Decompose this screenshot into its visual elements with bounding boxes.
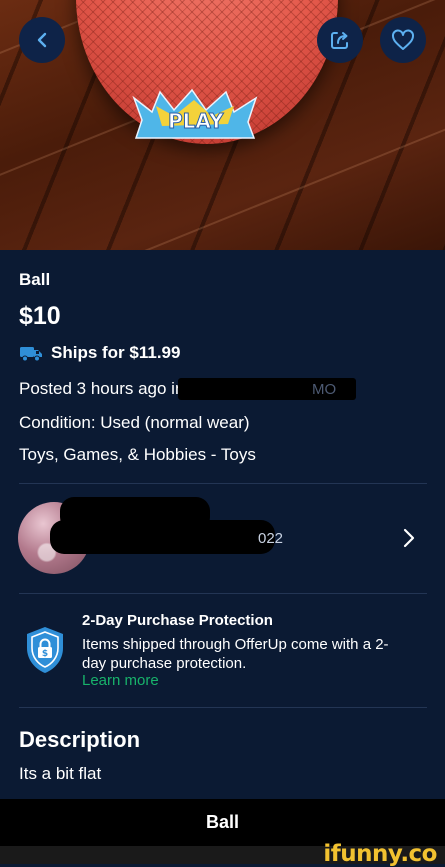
protection-body: Items shipped through OfferUp come with … bbox=[82, 636, 389, 672]
share-icon bbox=[331, 32, 348, 49]
description-heading: Description bbox=[19, 727, 141, 752]
shield-lock-icon: $ bbox=[27, 627, 63, 673]
shipping-label: Ships for $11.99 bbox=[51, 343, 181, 362]
svg-text:$: $ bbox=[42, 649, 48, 659]
bottom-title-bar: Ball bbox=[0, 799, 445, 846]
learn-more-link[interactable]: Learn more bbox=[82, 672, 159, 689]
divider bbox=[19, 483, 427, 484]
posted-location-tail: MO bbox=[312, 381, 337, 398]
favorite-button[interactable] bbox=[380, 17, 426, 63]
category-line[interactable]: Toys, Games, & Hobbies - Toys bbox=[19, 445, 256, 465]
ball-play-logo: PLAY bbox=[132, 88, 258, 139]
protection-title: 2-Day Purchase Protection bbox=[82, 612, 273, 629]
bottom-title: Ball bbox=[205, 812, 239, 832]
truck-icon bbox=[20, 347, 42, 362]
share-button[interactable] bbox=[317, 17, 363, 63]
listing-price: $10 bbox=[19, 302, 61, 330]
heart-icon bbox=[392, 29, 414, 50]
posted-line: Posted 3 hours ago in bbox=[19, 379, 184, 399]
chevron-right-icon[interactable] bbox=[402, 527, 416, 549]
posted-text: Posted 3 hours ago in bbox=[19, 379, 185, 398]
listing-title: Ball bbox=[19, 270, 51, 289]
chevron-left-icon bbox=[37, 32, 47, 48]
shipping-info: Ships for $11.99 bbox=[19, 343, 180, 363]
divider bbox=[19, 707, 427, 708]
seller-joined-fragment: 022 bbox=[258, 530, 284, 547]
svg-text:PLAY: PLAY bbox=[168, 109, 224, 133]
divider bbox=[19, 593, 427, 594]
redacted-seller-info bbox=[50, 520, 275, 554]
listing-photo[interactable]: PLAY bbox=[0, 0, 445, 250]
condition-line: Condition: Used (normal wear) bbox=[19, 413, 250, 432]
ifunny-watermark: ifunny.co bbox=[323, 841, 437, 867]
back-button[interactable] bbox=[19, 17, 65, 63]
description-text: Its a bit flat bbox=[19, 764, 102, 783]
